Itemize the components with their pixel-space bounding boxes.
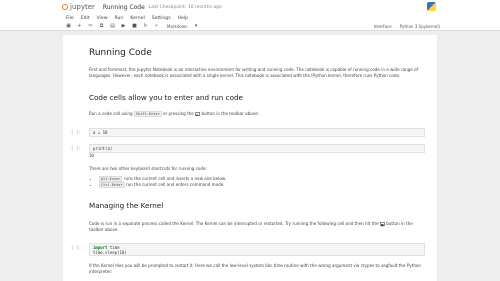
menu-edit[interactable]: Edit: [81, 16, 90, 21]
notebook-panel: Running Code First and foremost, the Jup…: [63, 35, 437, 281]
code-cell-prompt: [ ]:: [71, 146, 81, 151]
menu-kernel[interactable]: Kernel: [130, 16, 144, 21]
run-text-post: or pressing the: [162, 111, 194, 116]
jupyter-logo-icon: [62, 4, 68, 10]
kernel-status[interactable]: Python 3 (ipykernel): [400, 24, 440, 29]
menu-view[interactable]: View: [97, 16, 108, 21]
shortcuts-list: Alt-Enter runs the current cell and inse…: [89, 176, 424, 188]
top-bar: jupyter Running Code Last Checkpoint: 10…: [0, 0, 500, 14]
menu-help[interactable]: Help: [178, 16, 188, 21]
code-line: time.sleep(10): [93, 250, 127, 255]
list-item: Ctrl-Enter run the current cell and ente…: [99, 182, 424, 188]
notebook-heading: Running Code: [89, 48, 152, 58]
notebook-title[interactable]: Running Code: [103, 4, 145, 11]
run-instructions: Run a code cell using Shift-Enter or pre…: [89, 111, 424, 117]
shortcuts-intro: There are two other keyboard shortcuts f…: [89, 166, 207, 171]
section-heading-kernel: Managing the Kernel: [89, 201, 164, 210]
run-button-icon: ▶: [195, 111, 201, 117]
intro-paragraph: First and foremost, the Jupyter Notebook…: [89, 67, 419, 78]
shortcut-ctrl-enter: Ctrl-Enter: [99, 182, 125, 188]
section-heading-code-cells: Code cells allow you to enter and run co…: [89, 93, 243, 102]
run-text-end: button in the toolbar above:: [201, 111, 260, 116]
restart-paragraph: If the Kernel dies you will be prompted …: [89, 263, 422, 274]
checkpoint-status: Last Checkpoint: 10 months ago: [148, 4, 222, 10]
code-cell-input[interactable]: print(a): [89, 144, 425, 153]
menu-bar: File Edit View Run Kernel Settings Help: [0, 14, 500, 22]
code-cell-output: 10: [89, 153, 94, 158]
code-cell-input[interactable]: a = 10: [89, 128, 425, 137]
cut-icon[interactable]: ✂: [88, 23, 93, 29]
paste-icon[interactable]: ▤: [110, 23, 115, 29]
logo-text: jupyter: [70, 3, 95, 11]
kernel-paragraph: Code is run in a separate process called…: [89, 221, 424, 233]
python-logo-icon: [427, 2, 436, 11]
interface-switcher[interactable]: Interface: [374, 24, 392, 29]
run-text-pre: Run a code cell using: [89, 111, 133, 116]
jupyter-logo[interactable]: jupyter: [62, 3, 95, 11]
restart-icon[interactable]: ↻: [143, 23, 148, 29]
cell-type-select[interactable]: Markdown: [167, 24, 188, 29]
menu-settings[interactable]: Settings: [152, 16, 171, 21]
notebook-toolbar: ▣ + ✂ ⧉ ▤ ▶ ■ ↻ » Markdown ▾ Interface P…: [0, 22, 500, 31]
copy-icon[interactable]: ⧉: [99, 23, 104, 29]
chevron-down-icon: ▾: [194, 23, 198, 29]
menu-file[interactable]: File: [66, 16, 74, 21]
shortcut-description: run the current cell and enters command …: [125, 182, 225, 187]
code-cell-prompt: [ ]:: [71, 130, 81, 135]
fast-forward-icon[interactable]: »: [154, 23, 159, 29]
shortcut-description: runs the current cell and inserts a new …: [123, 176, 227, 181]
stop-icon[interactable]: ■: [132, 23, 137, 29]
kernel-info: Interface Python 3 (ipykernel): [374, 22, 440, 31]
kernel-text-pre: Code is run in a separate process called…: [89, 221, 379, 226]
menu-run[interactable]: Run: [115, 16, 124, 21]
add-cell-icon[interactable]: +: [77, 23, 82, 29]
shortcut-shift-enter: Shift-Enter: [133, 111, 162, 117]
run-icon[interactable]: ▶: [121, 23, 126, 29]
stop-button-icon: ■: [379, 221, 385, 227]
save-icon[interactable]: ▣: [66, 23, 71, 29]
code-cell-prompt: [ ]:: [71, 245, 81, 250]
code-cell-input[interactable]: import time time.sleep(10): [89, 243, 425, 256]
